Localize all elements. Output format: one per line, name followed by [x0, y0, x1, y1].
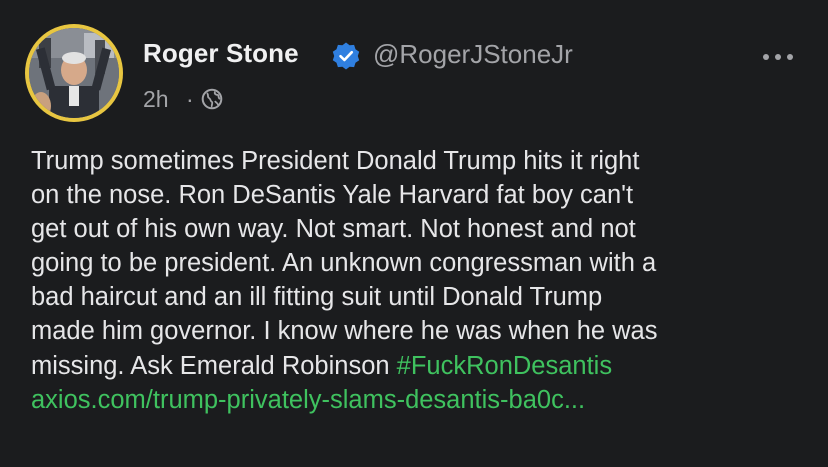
post-timestamp[interactable]: 2h [143, 86, 169, 113]
article-link[interactable]: axios.com/trump-privately-slams-desantis… [31, 383, 811, 417]
avatar[interactable] [25, 24, 123, 122]
globe-icon [201, 88, 223, 110]
post-text-line: Trump sometimes President Donald Trump h… [31, 147, 640, 175]
post-text-line: made him governor. I know where he was w… [31, 317, 658, 346]
post-text-line: on the nose. Ron DeSantis Yale Harvard f… [31, 181, 634, 210]
user-handle[interactable]: @RogerJStoneJr [373, 39, 573, 70]
hashtag-link[interactable]: #FuckRonDesantis [397, 352, 612, 380]
post-text-line: bad haircut and an ill fitting suit unti… [31, 283, 603, 312]
more-options-icon[interactable] [762, 52, 794, 62]
avatar-photo [29, 28, 119, 118]
post-body: Trump sometimes President Donald Trump h… [31, 144, 811, 417]
post-text-fragment: missing. Ask Emerald Robinson [31, 351, 397, 380]
display-name[interactable]: Roger Stone [143, 38, 299, 69]
post-text-line: get out of his own way. Not smart. Not h… [31, 215, 636, 244]
verified-badge-icon [332, 42, 360, 70]
post-card: Roger Stone @RogerJStoneJr 2h · Trump so… [0, 0, 828, 467]
post-text-line-last: missing. Ask Emerald Robinson #FuckRonDe… [31, 349, 811, 383]
meta-separator: · [186, 86, 194, 112]
post-text-line: going to be president. An unknown congre… [31, 249, 657, 278]
